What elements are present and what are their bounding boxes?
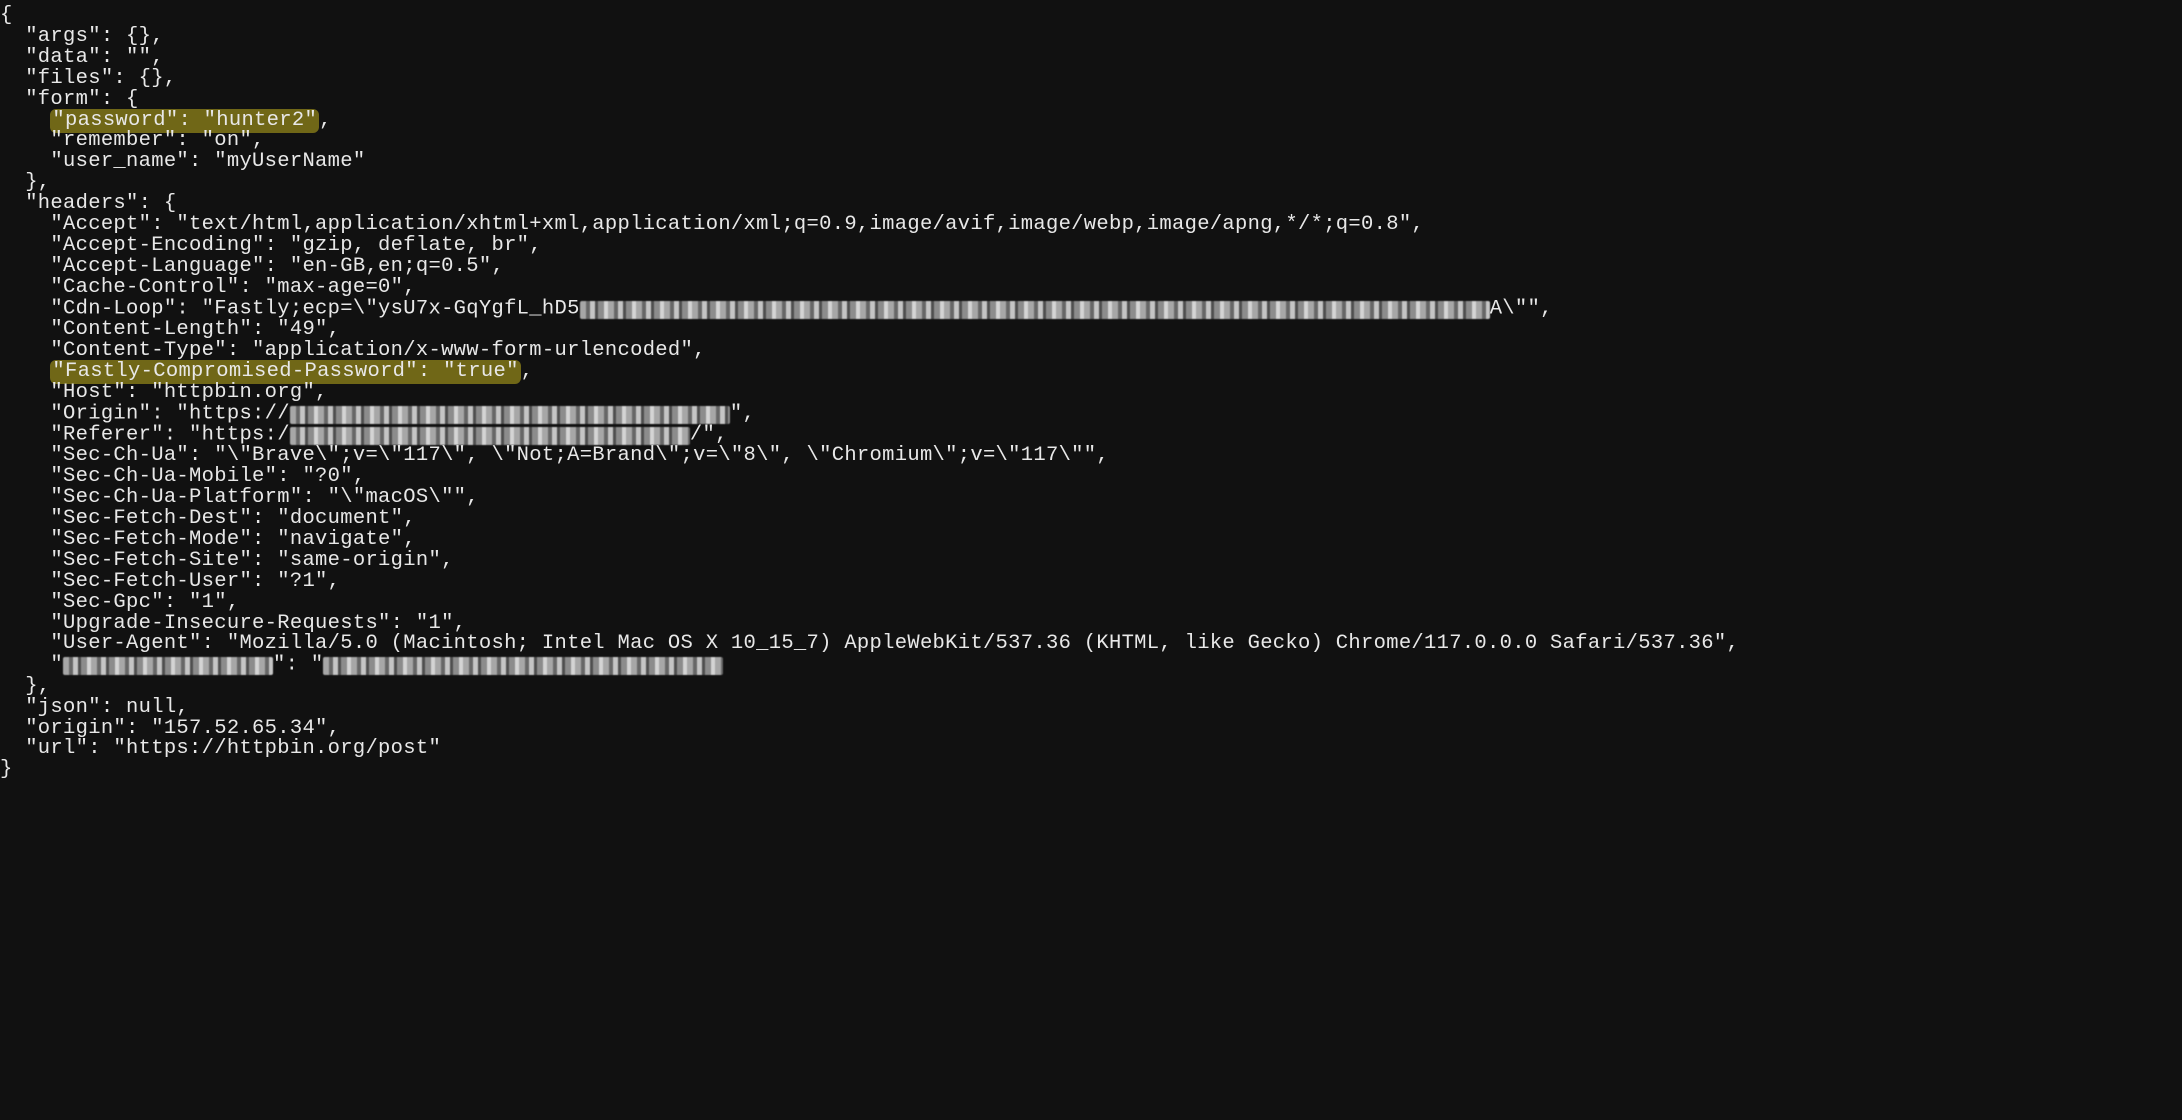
line-form-user-name: "user_name": "myUserName" <box>0 150 365 173</box>
line-content-type: "Content-Type": "application/x-www-form-… <box>0 339 706 362</box>
line-args: "args": {}, <box>0 25 164 48</box>
line-files: "files": {}, <box>0 67 176 90</box>
fastly-trailing: , <box>521 360 534 383</box>
json-output: { "args": {}, "data": "", "files": {}, "… <box>0 0 2182 787</box>
redacted-header-key <box>63 657 273 675</box>
line-headers-close: }, <box>0 675 50 698</box>
header-indent-fastly <box>0 360 50 383</box>
line-url: "url": "https://httpbin.org/post" <box>0 737 441 760</box>
line-json-null: "json": null, <box>0 696 189 719</box>
redacted-cdn-loop <box>580 301 1490 319</box>
line-form-remember: "remember": "on", <box>0 129 265 152</box>
line-origin-prefix: "Origin": "https:// <box>0 402 290 425</box>
line-open-brace: { <box>0 4 13 27</box>
line-accept-encoding: "Accept-Encoding": "gzip, deflate, br", <box>0 234 542 257</box>
line-referer-suffix: /", <box>690 423 728 446</box>
line-form-close: }, <box>0 171 50 194</box>
line-headers-open: "headers": { <box>0 192 176 215</box>
redacted-origin <box>290 406 730 424</box>
line-sec-ch-ua: "Sec-Ch-Ua": "\"Brave\";v=\"117\", \"Not… <box>0 444 1109 467</box>
line-host: "Host": "httpbin.org", <box>0 381 328 404</box>
redacted-header-indent: " <box>0 654 63 677</box>
line-sec-ch-ua-platform: "Sec-Ch-Ua-Platform": "\"macOS\"", <box>0 486 479 509</box>
line-origin-ip: "origin": "157.52.65.34", <box>0 717 340 740</box>
line-sec-gpc: "Sec-Gpc": "1", <box>0 591 239 614</box>
line-sec-fetch-mode: "Sec-Fetch-Mode": "navigate", <box>0 528 416 551</box>
line-cdn-loop-suffix: A\"", <box>1490 297 1553 320</box>
line-cache-control: "Cache-Control": "max-age=0", <box>0 276 416 299</box>
redacted-referer <box>290 427 690 445</box>
line-form-open: "form": { <box>0 88 139 111</box>
form-password-indent <box>0 109 50 132</box>
line-cdn-loop-prefix: "Cdn-Loop": "Fastly;ecp=\"ysU7x-GqYgfL_h… <box>0 297 580 320</box>
line-sec-fetch-site: "Sec-Fetch-Site": "same-origin", <box>0 549 454 572</box>
line-referer-prefix: "Referer": "https:/ <box>0 423 290 446</box>
line-content-length: "Content-Length": "49", <box>0 318 340 341</box>
form-password-trailing: , <box>319 109 332 132</box>
line-close-brace: } <box>0 758 13 781</box>
redacted-header-mid: ": " <box>273 654 323 677</box>
line-user-agent: "User-Agent": "Mozilla/5.0 (Macintosh; I… <box>0 632 1739 655</box>
line-sec-ch-ua-mobile: "Sec-Ch-Ua-Mobile": "?0", <box>0 465 365 488</box>
line-data: "data": "", <box>0 46 164 69</box>
redacted-header-val <box>323 657 723 675</box>
line-accept-language: "Accept-Language": "en-GB,en;q=0.5", <box>0 255 504 278</box>
line-sec-fetch-dest: "Sec-Fetch-Dest": "document", <box>0 507 416 530</box>
line-sec-fetch-user: "Sec-Fetch-User": "?1", <box>0 570 340 593</box>
line-upgrade-insecure: "Upgrade-Insecure-Requests": "1", <box>0 612 466 635</box>
line-accept: "Accept": "text/html,application/xhtml+x… <box>0 213 1424 236</box>
line-origin-suffix: ", <box>730 402 755 425</box>
